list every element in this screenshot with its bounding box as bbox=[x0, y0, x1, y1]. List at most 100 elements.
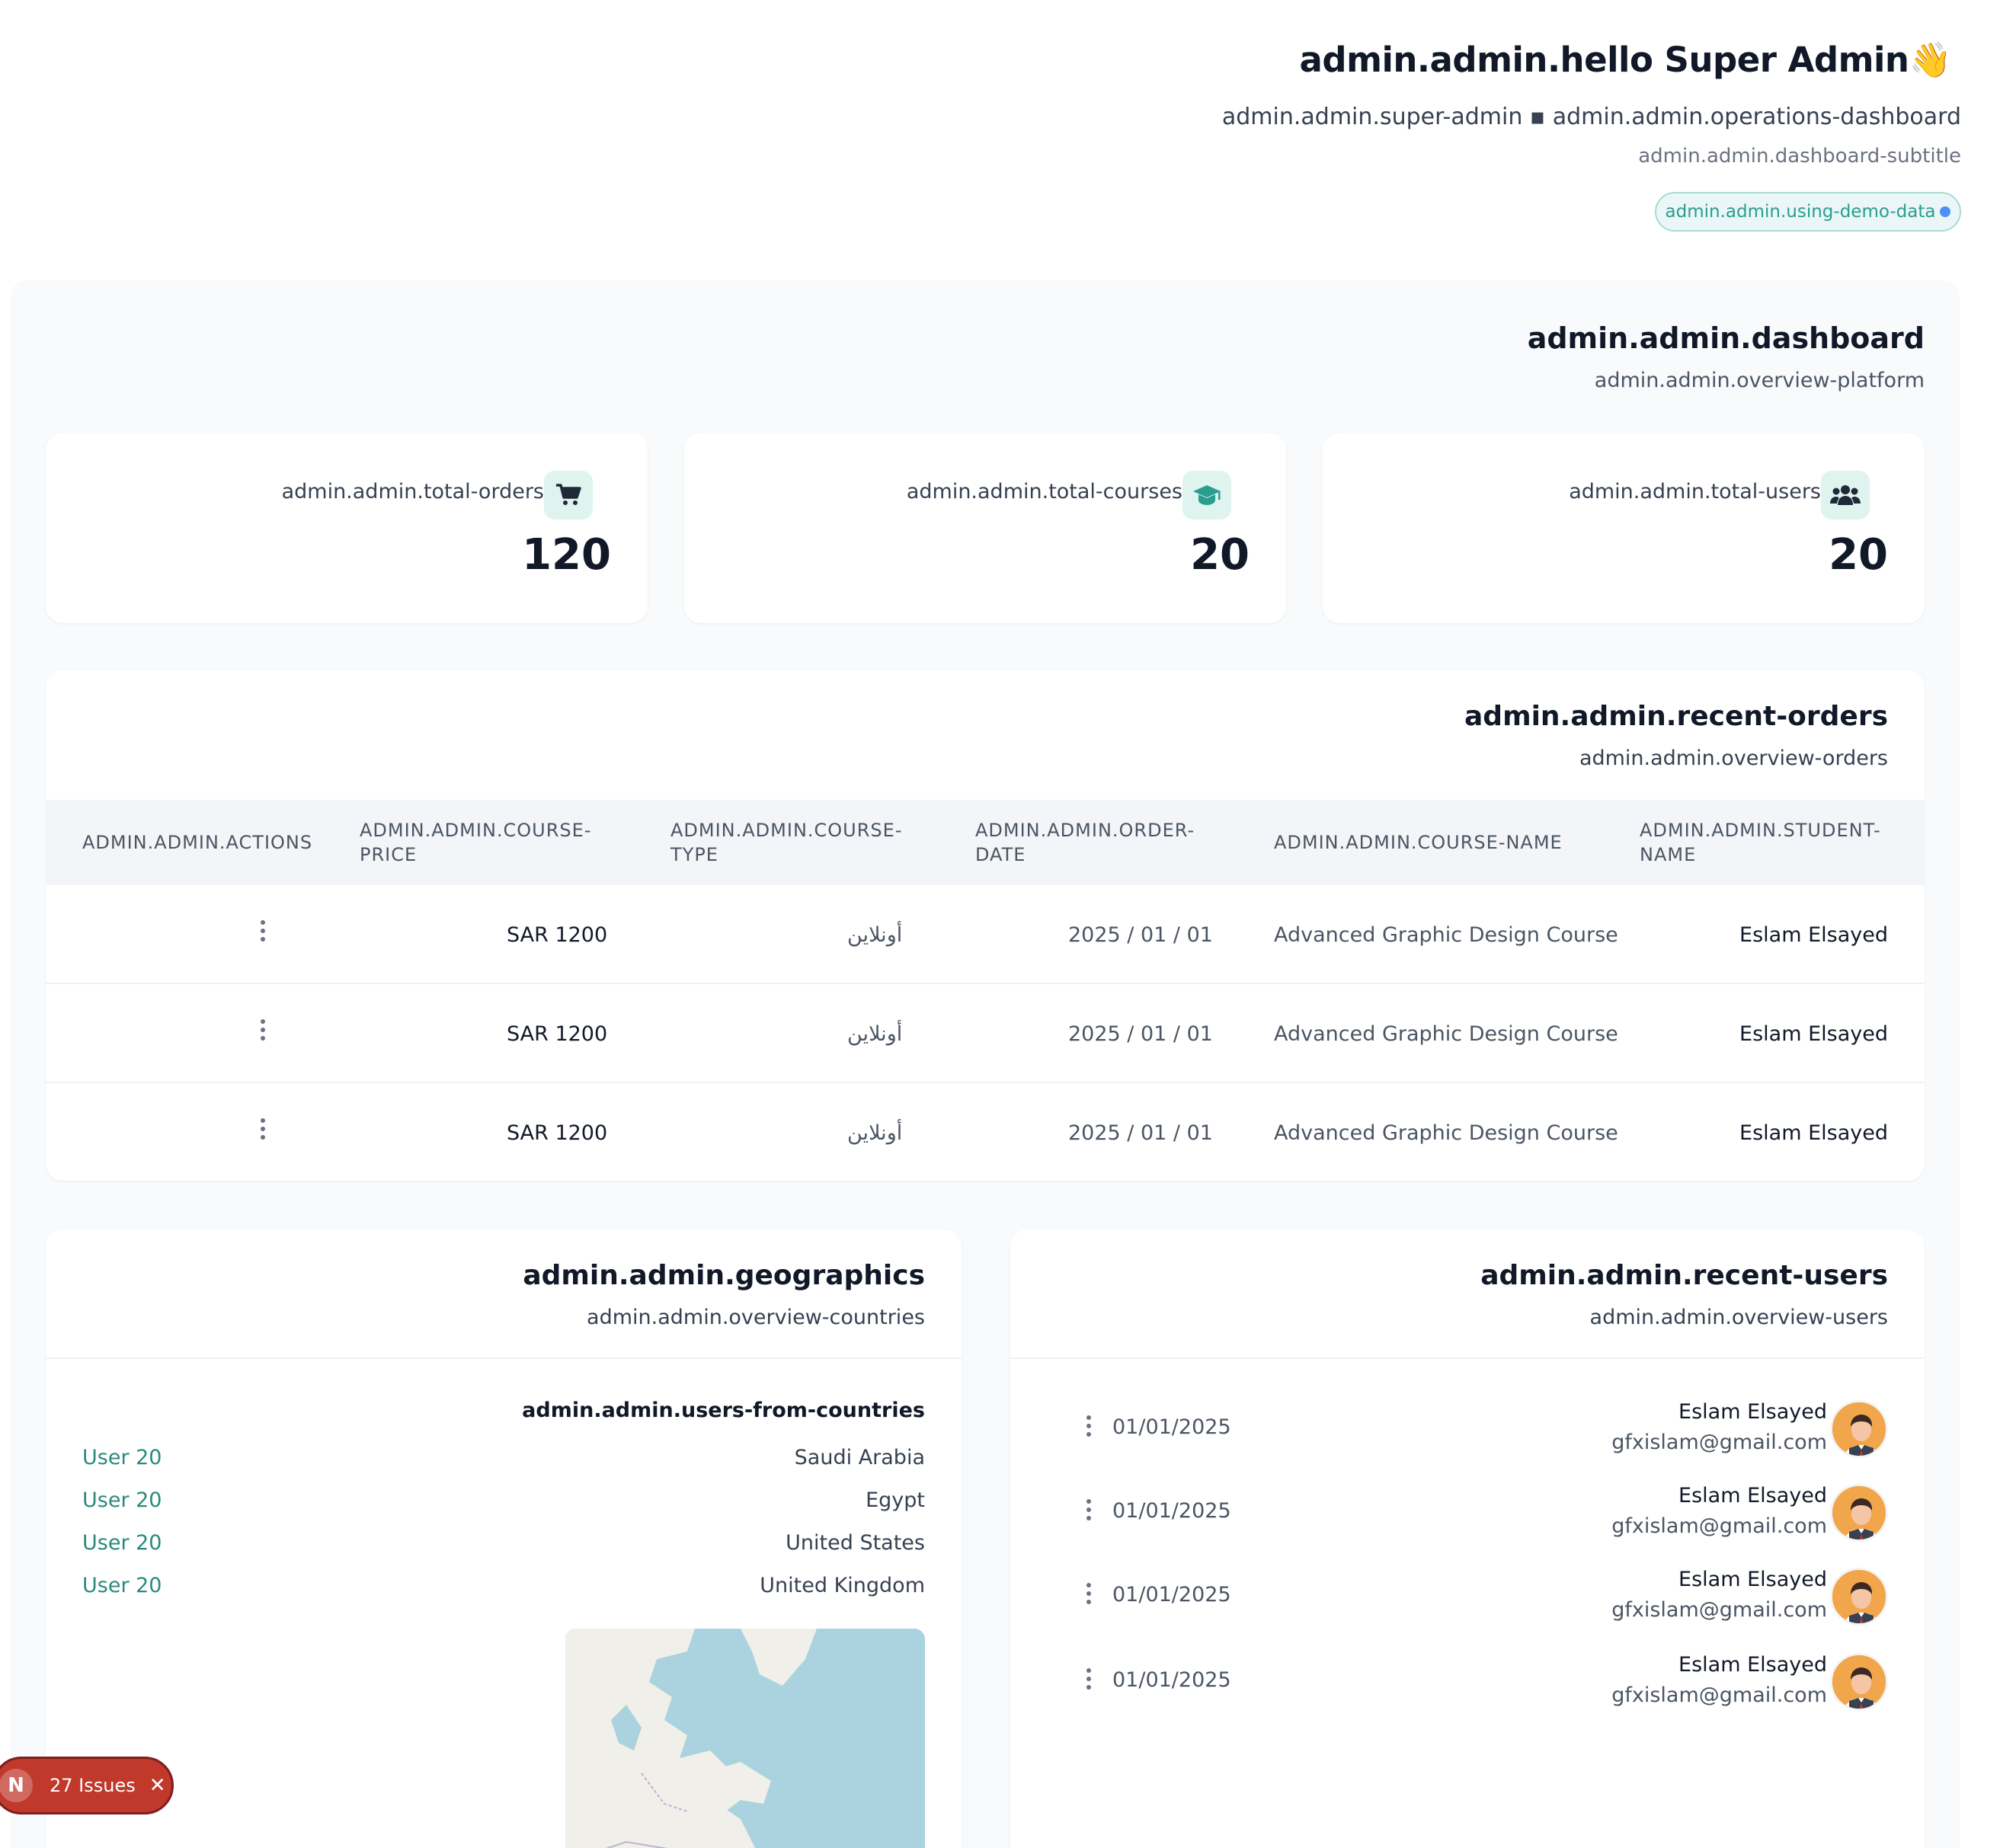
cart-icon bbox=[544, 471, 593, 520]
list-item: 01/01/2025 Eslam Elsayed gfxislam@gmail.… bbox=[1010, 1560, 1925, 1633]
graduation-cap-icon bbox=[1182, 471, 1231, 520]
user-email: gfxislam@gmail.com bbox=[1611, 1514, 1827, 1538]
list-item: 01/01/2025 Eslam Elsayed gfxislam@gmail.… bbox=[1010, 1476, 1925, 1549]
column-header-actions: ADMIN.ADMIN.ACTIONS bbox=[82, 832, 313, 853]
divider bbox=[46, 1357, 962, 1359]
course-name: Advanced Graphic Design Course bbox=[1274, 1022, 1618, 1046]
column-header-course-name: ADMIN.ADMIN.COURSE-NAME bbox=[1274, 832, 1563, 853]
avatar bbox=[1830, 1653, 1888, 1711]
stat-card-total-orders: admin.admin.total-orders 120 bbox=[46, 433, 648, 623]
course-price: SAR 1200 bbox=[507, 1022, 608, 1046]
user-email: gfxislam@gmail.com bbox=[1611, 1598, 1827, 1622]
column-header-order-date: ADMIN.ADMIN.ORDER- DATE bbox=[975, 820, 1195, 865]
recent-users-subtitle: admin.admin.overview-users bbox=[1589, 1306, 1888, 1329]
user-actions-menu-icon[interactable] bbox=[1086, 1415, 1091, 1437]
user-name: Eslam Elsayed bbox=[1678, 1400, 1827, 1424]
column-header-course-type: ADMIN.ADMIN.COURSE- TYPE bbox=[670, 820, 903, 865]
list-item: 01/01/2025 Eslam Elsayed gfxislam@gmail.… bbox=[1010, 1392, 1925, 1466]
geographics-subtitle: admin.admin.overview-countries bbox=[587, 1306, 925, 1329]
column-header-student-name: ADMIN.ADMIN.STUDENT- NAME bbox=[1640, 820, 1881, 865]
user-actions-menu-icon[interactable] bbox=[1086, 1668, 1091, 1690]
close-icon[interactable]: ✕ bbox=[149, 1774, 166, 1797]
stat-value: 20 bbox=[1829, 530, 1888, 580]
nextjs-logo-icon: N bbox=[0, 1769, 33, 1802]
country-name: United Kingdom bbox=[760, 1574, 925, 1597]
country-user-count: User 20 bbox=[82, 1446, 162, 1469]
country-name: Egypt bbox=[866, 1488, 925, 1512]
user-date: 01/01/2025 bbox=[1112, 1668, 1231, 1692]
course-type: أونلاين bbox=[847, 1121, 903, 1145]
table-header: ADMIN.ADMIN.ACTIONS ADMIN.ADMIN.COURSE- … bbox=[46, 800, 1925, 885]
avatar bbox=[1830, 1400, 1888, 1458]
user-email: gfxislam@gmail.com bbox=[1611, 1683, 1827, 1707]
student-name: Eslam Elsayed bbox=[1739, 1022, 1888, 1046]
table-row: SAR 1200 أونلاين 2025 / 01 / 01 Advanced… bbox=[46, 885, 1925, 984]
row-actions-menu-icon[interactable] bbox=[261, 1118, 265, 1140]
geographics-title: admin.admin.geographics bbox=[523, 1260, 925, 1291]
country-user-count: User 20 bbox=[82, 1574, 162, 1597]
user-name: Eslam Elsayed bbox=[1678, 1484, 1827, 1507]
user-name: Eslam Elsayed bbox=[1678, 1568, 1827, 1591]
course-type: أونلاين bbox=[847, 1022, 903, 1046]
course-name: Advanced Graphic Design Course bbox=[1274, 922, 1618, 947]
world-map[interactable] bbox=[565, 1629, 925, 1848]
table-row: SAR 1200 أونلاين 2025 / 01 / 01 Advanced… bbox=[46, 1083, 1925, 1182]
roles-line: admin.admin.super-admin ▪ admin.admin.op… bbox=[1221, 104, 1961, 130]
divider bbox=[1010, 1357, 1925, 1359]
column-header-course-price: ADMIN.ADMIN.COURSE- PRICE bbox=[360, 820, 592, 865]
users-from-countries-heading: admin.admin.users-from-countries bbox=[522, 1399, 925, 1422]
order-date: 2025 / 01 / 01 bbox=[1068, 922, 1213, 947]
dashboard-subtitle-platform: admin.admin.overview-platform bbox=[1594, 369, 1925, 392]
table-row: SAR 1200 أونلاين 2025 / 01 / 01 Advanced… bbox=[46, 984, 1925, 1083]
status-dot-icon bbox=[1940, 206, 1951, 217]
avatar bbox=[1830, 1568, 1888, 1626]
country-user-count: User 20 bbox=[82, 1488, 162, 1512]
dashboard-title: admin.admin.dashboard bbox=[1527, 321, 1925, 355]
recent-orders-subtitle: admin.admin.overview-orders bbox=[1579, 747, 1888, 770]
user-email: gfxislam@gmail.com bbox=[1611, 1431, 1827, 1454]
stat-card-total-courses: admin.admin.total-courses 20 bbox=[684, 433, 1286, 623]
course-price: SAR 1200 bbox=[507, 922, 608, 947]
geographics-card: admin.admin.geographics admin.admin.over… bbox=[46, 1229, 962, 1848]
user-date: 01/01/2025 bbox=[1112, 1583, 1231, 1607]
row-actions-menu-icon[interactable] bbox=[261, 1019, 265, 1041]
dashboard-subtitle: admin.admin.dashboard-subtitle bbox=[1638, 145, 1961, 168]
stat-label: admin.admin.total-users bbox=[1569, 480, 1821, 504]
course-name: Advanced Graphic Design Course bbox=[1274, 1121, 1618, 1145]
list-item: User 20 United Kingdom bbox=[82, 1574, 925, 1604]
issues-count: 27 Issues bbox=[50, 1775, 136, 1796]
order-date: 2025 / 01 / 01 bbox=[1068, 1022, 1213, 1046]
recent-users-title: admin.admin.recent-users bbox=[1480, 1260, 1888, 1291]
users-icon bbox=[1821, 471, 1870, 520]
user-actions-menu-icon[interactable] bbox=[1086, 1583, 1091, 1604]
user-date: 01/01/2025 bbox=[1112, 1499, 1231, 1523]
course-type: أونلاين bbox=[847, 922, 903, 947]
user-name: Eslam Elsayed bbox=[1678, 1653, 1827, 1677]
row-actions-menu-icon[interactable] bbox=[261, 920, 265, 942]
country-name: Saudi Arabia bbox=[794, 1446, 925, 1469]
list-item: User 20 Saudi Arabia bbox=[82, 1446, 925, 1476]
recent-users-card: admin.admin.recent-users admin.admin.ove… bbox=[1010, 1229, 1925, 1848]
recent-orders-card: admin.admin.recent-orders admin.admin.ov… bbox=[46, 670, 1925, 1181]
demo-data-badge: admin.admin.using-demo-data bbox=[1655, 192, 1961, 232]
waving-hand-icon: 👋 bbox=[1909, 40, 1951, 80]
user-actions-menu-icon[interactable] bbox=[1086, 1499, 1091, 1520]
stat-card-total-users: admin.admin.total-users 20 bbox=[1323, 433, 1925, 623]
avatar bbox=[1830, 1484, 1888, 1542]
recent-orders-title: admin.admin.recent-orders bbox=[1464, 701, 1888, 732]
course-price: SAR 1200 bbox=[507, 1121, 608, 1145]
country-user-count: User 20 bbox=[82, 1531, 162, 1555]
stat-value: 20 bbox=[1190, 530, 1250, 580]
list-item: User 20 United States bbox=[82, 1531, 925, 1562]
stat-label: admin.admin.total-courses bbox=[906, 480, 1182, 504]
student-name: Eslam Elsayed bbox=[1739, 1121, 1888, 1145]
demo-data-label: admin.admin.using-demo-data bbox=[1665, 202, 1936, 222]
order-date: 2025 / 01 / 01 bbox=[1068, 1121, 1213, 1145]
list-item: User 20 Egypt bbox=[82, 1488, 925, 1519]
student-name: Eslam Elsayed bbox=[1739, 922, 1888, 947]
stat-label: admin.admin.total-orders bbox=[281, 480, 544, 504]
greeting-title: admin.admin.hello Super Admin👋 bbox=[1299, 40, 1952, 80]
country-name: United States bbox=[786, 1531, 925, 1555]
issues-indicator[interactable]: N 27 Issues ✕ bbox=[0, 1757, 174, 1814]
stat-value: 120 bbox=[522, 530, 611, 580]
